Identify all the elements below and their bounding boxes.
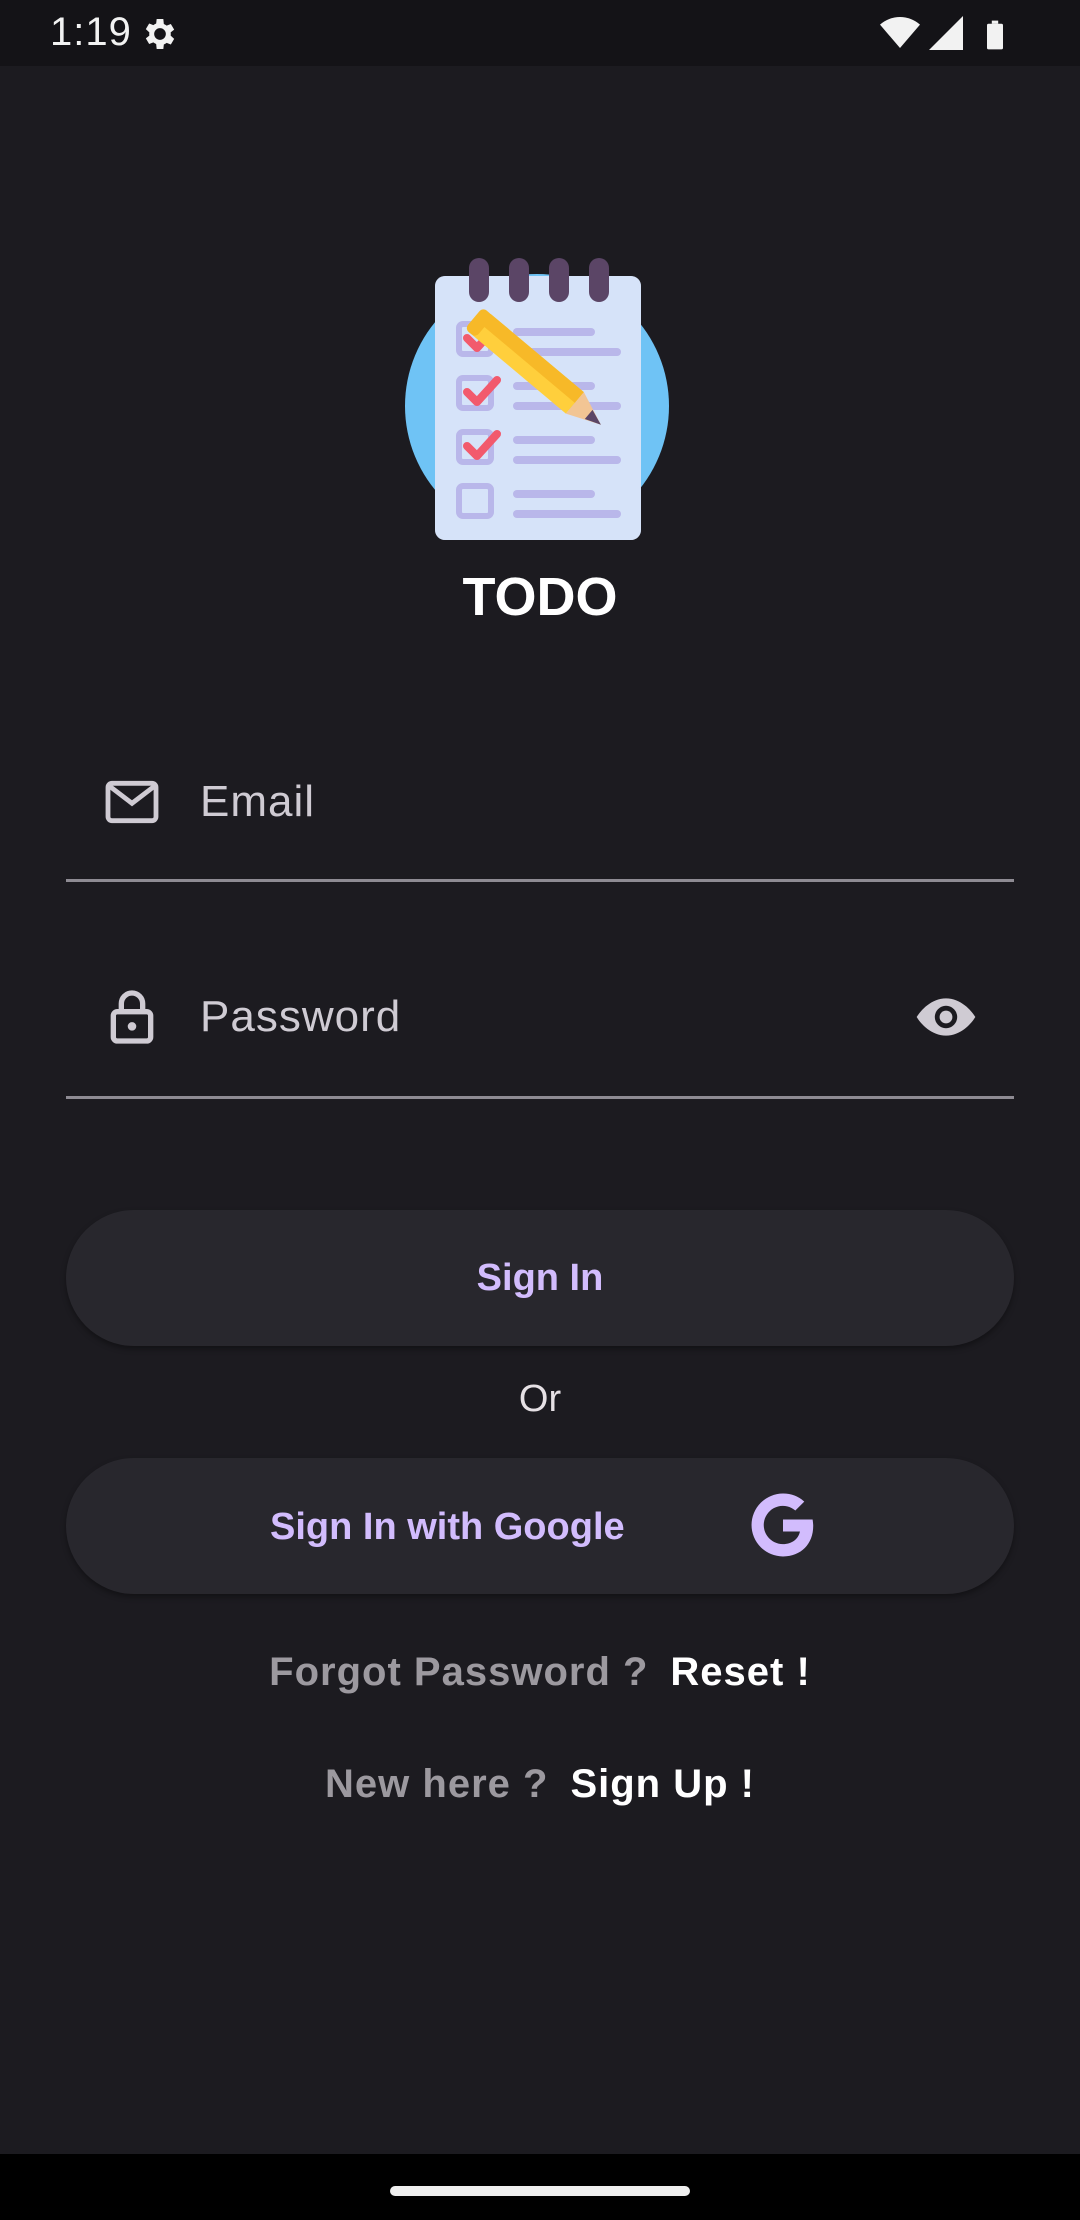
status-bar: 1:19 — [0, 0, 1080, 66]
battery-icon — [987, 20, 1003, 50]
signal-icon — [929, 16, 963, 50]
new-here-prompt: New here ? — [325, 1762, 549, 1806]
wifi-icon — [880, 17, 920, 48]
password-input[interactable] — [198, 981, 902, 1053]
home-indicator[interactable] — [390, 2186, 690, 2196]
app-title: TODO — [462, 567, 618, 627]
notepad-checklist-pencil-icon — [405, 258, 669, 540]
mail-icon — [105, 780, 159, 824]
sign-up-link[interactable]: Sign Up ! — [570, 1762, 755, 1806]
google-sign-in-button[interactable]: Sign In with Google — [66, 1458, 1014, 1594]
password-field[interactable] — [66, 939, 1014, 1099]
eye-icon[interactable] — [914, 985, 978, 1049]
sign-in-label: Sign In — [476, 1256, 604, 1299]
email-input[interactable] — [198, 766, 902, 838]
sign-in-button[interactable]: Sign In — [66, 1210, 1014, 1346]
status-time: 1:19 — [50, 10, 132, 54]
reset-link[interactable]: Reset ! — [670, 1650, 810, 1694]
lock-icon — [110, 990, 154, 1044]
sign-up-row: New here ? Sign Up ! — [0, 1762, 1080, 1807]
email-field[interactable] — [66, 722, 1014, 882]
google-sign-in-label: Sign In with Google — [270, 1506, 625, 1548]
email-underline — [66, 879, 1014, 882]
gear-icon — [145, 19, 175, 49]
navigation-bar — [0, 2154, 1080, 2220]
google-g-icon — [751, 1493, 814, 1557]
login-screen: 1:19 TODO Email Sign In Or Sign In with … — [0, 0, 1080, 2220]
or-divider-text: Or — [518, 1378, 562, 1420]
forgot-password-row: Forgot Password ? Reset ! — [0, 1650, 1080, 1695]
password-underline — [66, 1096, 1014, 1099]
forgot-password-prompt: Forgot Password ? — [269, 1650, 649, 1694]
